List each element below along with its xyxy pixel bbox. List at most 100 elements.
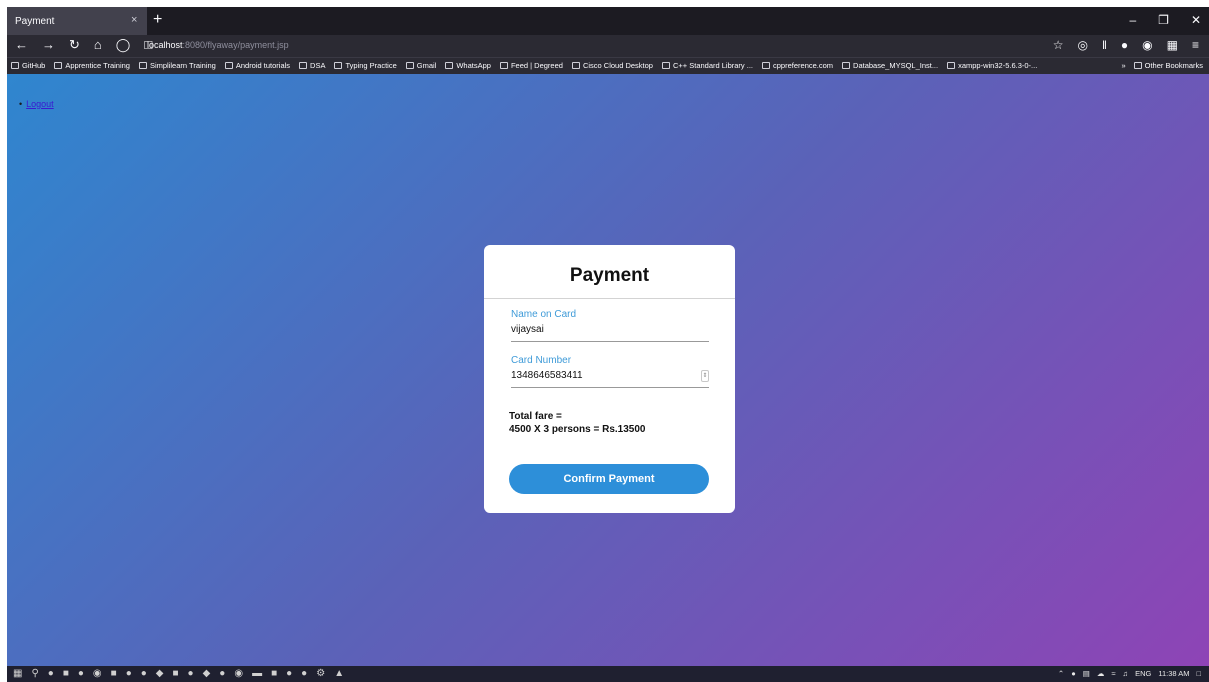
bookmark-label: Cisco Cloud Desktop xyxy=(582,61,653,70)
volume-icon[interactable]: ♫ xyxy=(1122,669,1128,678)
bookmark-label: Feed | Degreed xyxy=(510,61,563,70)
fare-line-1: Total fare = xyxy=(509,411,562,422)
minimize-icon[interactable]: – xyxy=(1129,13,1136,27)
forward-icon[interactable]: → xyxy=(42,37,55,53)
bookmark-icon xyxy=(499,62,508,69)
card-number-label: Card Number xyxy=(511,355,572,366)
bookmark-item[interactable]: DSA xyxy=(299,61,325,70)
bookmark-item[interactable]: Android tutorials xyxy=(224,61,290,70)
app-icon[interactable]: ■ xyxy=(111,668,117,679)
fare-line-2: 4500 X 3 persons = Rs.13500 xyxy=(509,424,646,435)
bookmark-item[interactable]: Apprentice Training xyxy=(54,61,130,70)
app-icon[interactable]: ● xyxy=(219,668,225,679)
payment-card: Payment Name on Card vijaysai Card Numbe… xyxy=(484,245,735,513)
app-icon[interactable]: ◆ xyxy=(203,668,211,679)
restore-icon[interactable]: ❐ xyxy=(1158,13,1169,27)
bookmark-icon xyxy=(224,62,233,69)
language-indicator[interactable]: ENG xyxy=(1135,669,1151,678)
name-on-card-input[interactable]: vijaysai xyxy=(511,324,709,338)
app-icon[interactable]: ● xyxy=(301,668,307,679)
bookmark-item[interactable]: C++ Standard Library ... xyxy=(661,61,754,70)
wifi-icon[interactable]: ≈ xyxy=(1111,669,1115,678)
mic-icon[interactable]: ● xyxy=(1071,669,1076,678)
bookmark-item[interactable]: WhatsApp xyxy=(445,61,491,70)
extension-badge-icon[interactable]: ▦ xyxy=(1167,38,1178,52)
menu-icon[interactable]: ≡ xyxy=(1192,38,1199,52)
chevron-up-icon[interactable]: ⌃ xyxy=(1058,669,1064,678)
bookmark-icon xyxy=(762,62,771,69)
tab-close-icon[interactable]: × xyxy=(131,14,137,26)
pocket-icon[interactable]: ◎ xyxy=(1077,38,1087,52)
bookmark-item[interactable]: Simplilearn Training xyxy=(138,61,216,70)
folder-icon xyxy=(1133,62,1142,69)
bookmarks-bar: GitHub Apprentice Training Simplilearn Tra… xyxy=(7,57,1209,74)
bookmark-item[interactable]: Cisco Cloud Desktop xyxy=(571,61,653,70)
app-icon[interactable]: ■ xyxy=(173,668,179,679)
app-icon[interactable]: ◆ xyxy=(156,668,164,679)
bookmark-label: C++ Standard Library ... xyxy=(672,61,754,70)
network-icon[interactable]: ▤ xyxy=(1083,669,1090,678)
bookmark-item[interactable]: Database_MYSQL_Inst... xyxy=(842,61,938,70)
app-icon[interactable]: ■ xyxy=(271,668,277,679)
bookmark-label: Database_MYSQL_Inst... xyxy=(853,61,939,70)
bookmark-item[interactable]: Typing Practice xyxy=(334,61,397,70)
clock[interactable]: 11:38 AM xyxy=(1158,669,1189,678)
app-icon[interactable]: ◉ xyxy=(93,668,102,679)
extension-icon[interactable]: ◉ xyxy=(1142,38,1152,52)
bookmark-label: Simplilearn Training xyxy=(149,61,216,70)
library-icon[interactable]: ‖ xyxy=(1102,38,1107,52)
bookmark-icon xyxy=(947,62,956,69)
reload-icon[interactable]: ↻ xyxy=(69,37,80,53)
windows-taskbar: ▦ ⚲ ● ■ ● ◉ ■ ● ● ◆ ■ ● ◆ ● ◉ ▬ ■ ● ● ⚙ … xyxy=(7,666,1209,682)
list-bullet: • xyxy=(19,99,23,109)
edge-icon[interactable]: ● xyxy=(48,668,54,679)
bookmark-label: WhatsApp xyxy=(456,61,491,70)
app-icon[interactable]: ■ xyxy=(63,668,69,679)
settings-icon[interactable]: ⚙ xyxy=(316,668,325,679)
confirm-payment-button[interactable]: Confirm Payment xyxy=(509,464,709,494)
app-icon[interactable]: ● xyxy=(286,668,292,679)
address-bar[interactable]: localhost:8080/flyaway/payment.jsp xyxy=(147,40,289,50)
bookmark-item[interactable]: Feed | Degreed xyxy=(499,61,563,70)
tab-payment[interactable]: Payment × xyxy=(7,7,147,35)
name-on-card-field[interactable]: Name on Card vijaysai xyxy=(511,309,709,342)
bookmark-icon xyxy=(299,62,308,69)
account-icon[interactable]: ● xyxy=(1121,38,1128,52)
app-icon[interactable]: ▲ xyxy=(334,668,344,679)
bookmark-label: Apprentice Training xyxy=(65,61,130,70)
close-window-icon[interactable]: ✕ xyxy=(1191,13,1201,27)
app-icon[interactable]: ● xyxy=(141,668,147,679)
bookmark-star-icon[interactable]: ☆ xyxy=(1053,38,1064,52)
bookmark-label: GitHub xyxy=(22,61,46,70)
new-tab-button[interactable]: + xyxy=(153,11,162,29)
cloud-icon[interactable]: ☁ xyxy=(1097,669,1105,678)
bookmark-icon xyxy=(11,62,19,69)
other-bookmarks[interactable]: Other Bookmarks xyxy=(1133,61,1203,70)
notifications-icon[interactable]: □ xyxy=(1196,669,1201,678)
card-number-field[interactable]: Card Number 1348646583411 ⇕ xyxy=(511,355,709,388)
shield-icon[interactable]: ◯ xyxy=(116,37,131,53)
browser-window: Payment × + – ❐ ✕ ← → ↻ ⌂ ◯ □ localhost:… xyxy=(7,7,1209,682)
bookmark-item[interactable]: Gmail xyxy=(405,61,436,70)
bookmark-icon xyxy=(661,62,670,69)
bookmark-item[interactable]: GitHub xyxy=(11,61,45,70)
search-icon[interactable]: ⚲ xyxy=(31,668,38,679)
app-icon[interactable]: ● xyxy=(126,668,132,679)
bookmark-item[interactable]: cppreference.com xyxy=(762,61,833,70)
logout-list: • Logout xyxy=(19,99,54,109)
bookmark-item[interactable]: xampp-win32-5.6.3-0-... xyxy=(947,61,1037,70)
start-icon[interactable]: ▦ xyxy=(13,668,22,679)
firefox-icon[interactable]: ● xyxy=(188,668,194,679)
bookmark-icon xyxy=(334,62,343,69)
home-icon[interactable]: ⌂ xyxy=(94,37,102,53)
logout-link[interactable]: Logout xyxy=(26,99,54,109)
tab-title: Payment xyxy=(15,16,55,27)
back-icon[interactable]: ← xyxy=(15,37,28,53)
card-number-input[interactable]: 1348646583411 xyxy=(511,370,709,384)
bookmarks-overflow-icon[interactable]: » xyxy=(1121,61,1125,70)
number-spinner-icon[interactable]: ⇕ xyxy=(701,370,709,382)
app-icon[interactable]: ◉ xyxy=(234,668,243,679)
app-icon[interactable]: ● xyxy=(78,668,84,679)
app-icon[interactable]: ▬ xyxy=(252,668,262,679)
page-viewport: • Logout Payment Name on Card vijaysai Ca… xyxy=(7,74,1209,666)
